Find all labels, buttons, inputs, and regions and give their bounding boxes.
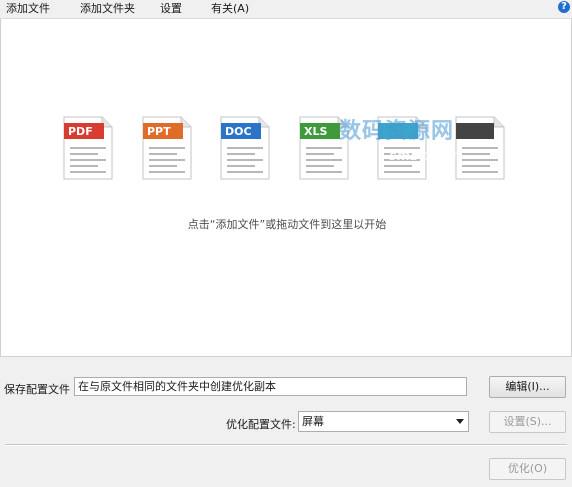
pdf-file-icon: PDF (62, 115, 114, 181)
watermark-subtext: smzy.com (389, 149, 461, 164)
menu-bar: 添加文件 添加文件夹 设置 有关(A) ? (0, 0, 572, 19)
svg-text:PPT: PPT (147, 125, 171, 138)
optimize-profile-select[interactable]: 屏幕 (298, 411, 469, 432)
chevron-down-icon (456, 419, 464, 424)
svg-text:PDF: PDF (68, 125, 93, 138)
ppt-file-icon: PPT (141, 115, 193, 181)
doc-file-icon: DOC (219, 115, 271, 181)
optimize-profile-label: 优化配置文件: (226, 418, 296, 431)
save-profile-field[interactable]: 在与原文件相同的文件夹中创建优化副本 (74, 377, 467, 396)
optimize-profile-value: 屏幕 (302, 415, 324, 428)
divider (5, 444, 567, 446)
svg-text:XLS: XLS (304, 125, 327, 138)
help-icon[interactable]: ? (558, 1, 570, 13)
optimize-button[interactable]: 优化(O) (489, 458, 566, 480)
menu-add-folder[interactable]: 添加文件夹 (80, 2, 135, 16)
file-drop-area[interactable]: PDF PPT DOC XLS 数码资源网 smzy.com 点击“添加文件”或拖动文… (0, 19, 572, 357)
settings-button[interactable]: 设置(S)... (489, 411, 566, 433)
svg-text:DOC: DOC (225, 125, 252, 138)
menu-add-file[interactable]: 添加文件 (6, 2, 50, 16)
drop-hint-text: 点击“添加文件”或拖动文件到这里以开始 (187, 218, 387, 231)
menu-about[interactable]: 有关(A) (211, 2, 249, 16)
zip-file-icon (454, 115, 506, 181)
menu-settings[interactable]: 设置 (160, 2, 182, 16)
watermark-text: 数码资源网 (339, 119, 455, 144)
edit-button[interactable]: 编辑(I)... (489, 376, 566, 398)
save-profile-label: 保存配置文件 (4, 383, 70, 396)
